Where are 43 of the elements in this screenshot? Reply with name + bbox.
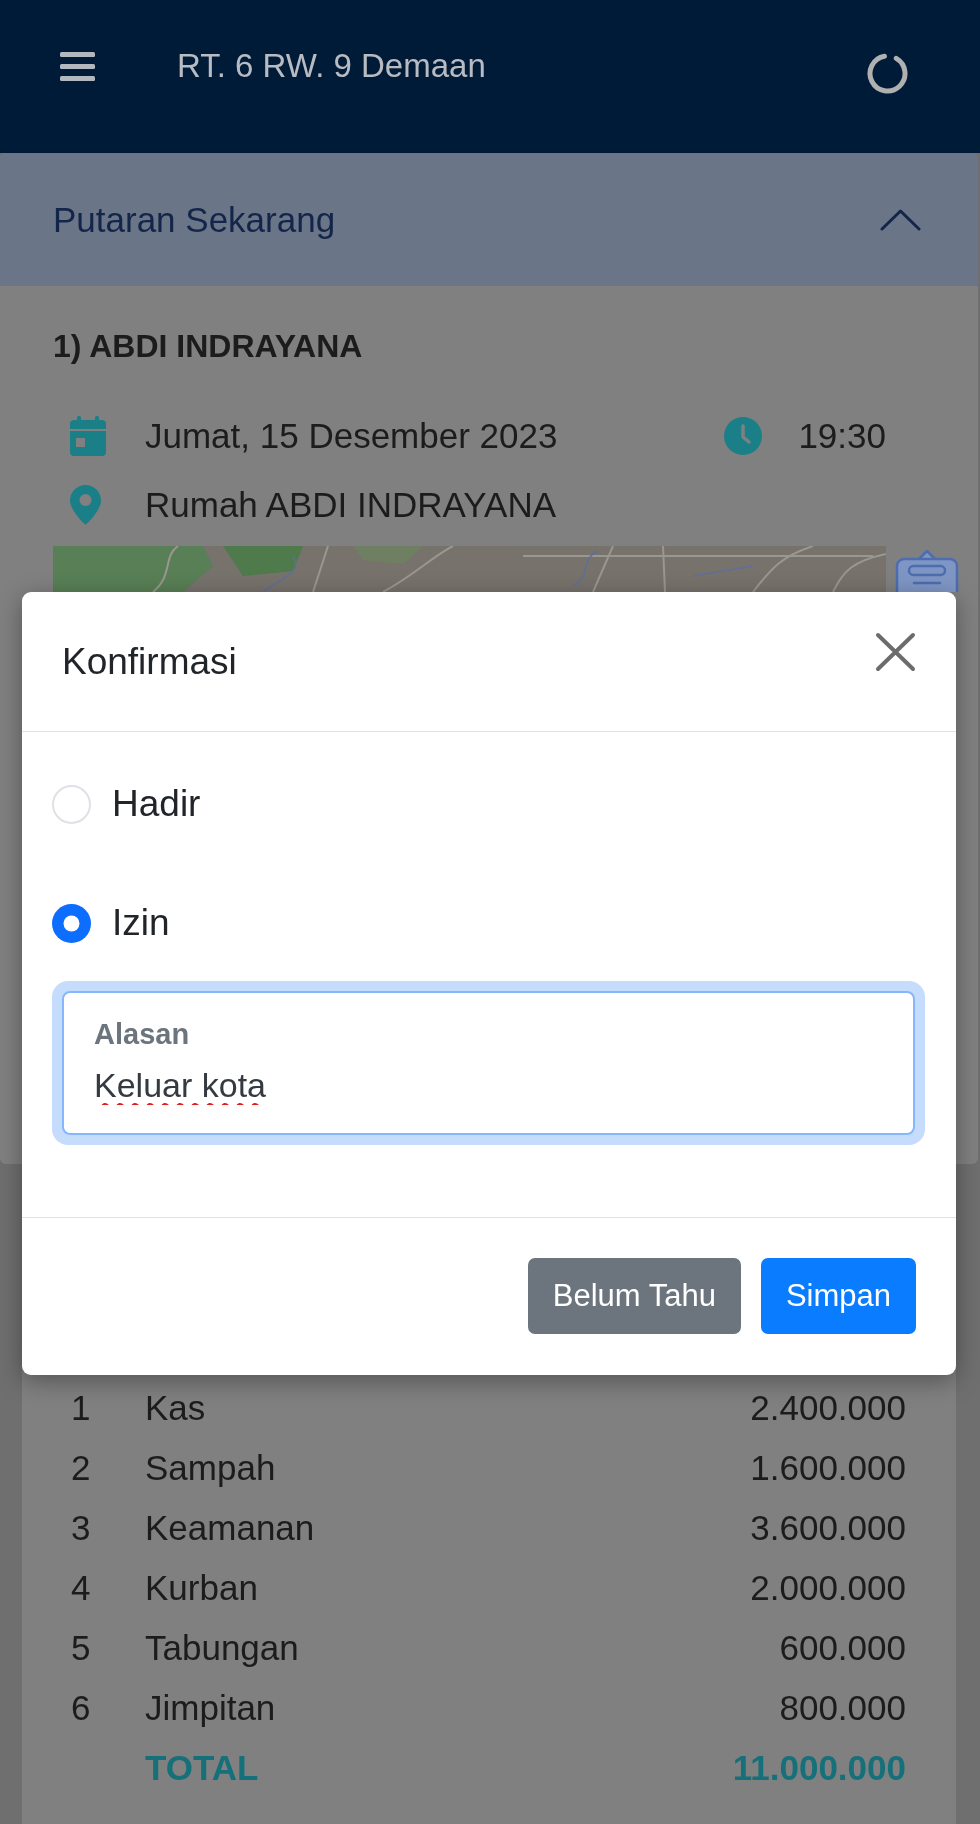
reason-field[interactable]: Alasan Keluar kota <box>52 981 925 1145</box>
event-date: Jumat, 15 Desember 2023 <box>145 416 558 456</box>
map-pin-icon <box>70 485 101 525</box>
calendar-icon <box>70 416 106 456</box>
event-title: 1) ABDI INDRAYANA <box>53 327 363 366</box>
item-name: Sampah <box>145 1448 276 1488</box>
close-icon[interactable] <box>875 631 916 672</box>
amount-value: 600.000 <box>779 1628 906 1668</box>
radio-label[interactable]: Izin <box>112 902 170 944</box>
amount-value: 2.400.000 <box>750 1388 906 1428</box>
secondary-button[interactable]: Belum Tahu <box>527 1258 741 1334</box>
spinner-icon <box>867 52 908 94</box>
total-amount: 11.000.000 <box>732 1748 906 1788</box>
row-number: 4 <box>71 1568 91 1608</box>
radio-label[interactable]: Hadir <box>112 783 201 825</box>
item-name: Jimpitan <box>145 1688 276 1728</box>
row-number: 2 <box>71 1448 91 1488</box>
accordion-title: Putaran Sekarang <box>53 199 336 240</box>
item-name: Keamanan <box>145 1508 315 1548</box>
radio-button[interactable] <box>52 784 91 824</box>
app-title: RT. 6 RW. 9 Demaan <box>177 47 486 85</box>
item-name: Tabungan <box>145 1628 299 1668</box>
event-location: Rumah ABDI INDRAYANA <box>145 485 557 525</box>
event-time: 19:30 <box>798 416 886 456</box>
row-number: 1 <box>71 1388 91 1428</box>
amount-value: 2.000.000 <box>750 1568 906 1608</box>
text-input[interactable]: Keluar kota <box>94 1062 494 1108</box>
chevron-up-icon[interactable] <box>880 208 921 231</box>
primary-button[interactable]: Simpan <box>760 1258 916 1334</box>
row-number: 5 <box>71 1628 91 1668</box>
item-name: Kas <box>145 1388 206 1428</box>
item-name: Kurban <box>145 1568 258 1608</box>
radio-button[interactable] <box>52 903 91 943</box>
dialog-title: Konfirmasi <box>62 640 237 683</box>
amount-value: 3.600.000 <box>750 1508 906 1548</box>
clock-icon <box>724 417 763 455</box>
row-number: 6 <box>71 1688 91 1728</box>
menu-icon[interactable] <box>60 51 95 81</box>
amount-value: 800.000 <box>779 1688 906 1728</box>
row-number: 3 <box>71 1508 91 1548</box>
amount-value: 1.600.000 <box>750 1448 906 1488</box>
field-label: Alasan <box>94 1018 190 1050</box>
total-label: TOTAL <box>145 1748 259 1788</box>
